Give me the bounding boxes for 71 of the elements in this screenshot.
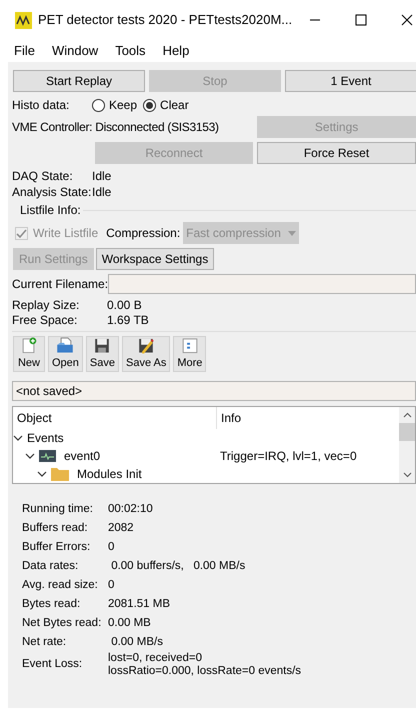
stat-label: Data rates: (22, 558, 80, 574)
stat-label: Buffer Errors: (22, 540, 92, 555)
folder-icon (51, 467, 69, 481)
field-label: DAQ State: (12, 168, 74, 185)
stat-value: 2082 (108, 522, 134, 535)
tree-item-info: Trigger=IRQ, lvl=1, vec=0 (219, 448, 357, 465)
tree-item[interactable]: Modules Init (77, 465, 142, 483)
field-label: Compression: (106, 225, 180, 242)
stat-label: Buffers read: (22, 520, 89, 536)
stat-value: 0.00 MB (108, 617, 151, 630)
group-title: Listfile Info: (19, 202, 82, 219)
stat-label: Event Loss: (22, 657, 84, 672)
field-label: Current Filename: (12, 276, 108, 293)
field-value: Idle (92, 168, 112, 185)
stat-label: Net Bytes read: (22, 616, 102, 631)
push-button[interactable]: Workspace Settings (96, 248, 214, 270)
new-document-icon (20, 337, 38, 354)
field-label: Analysis State: (12, 184, 92, 201)
field-label: Histo data: (12, 97, 70, 114)
toolbar-button[interactable]: Save As (122, 336, 170, 372)
menu-item[interactable]: File (14, 41, 35, 61)
stat-label: Avg. read size: (22, 578, 99, 593)
stat-value: 0.00 MB/s (110, 636, 163, 649)
push-button[interactable]: 1 Event (285, 70, 416, 92)
field-label: Replay Size: (12, 296, 80, 314)
column-header[interactable]: Object (13, 407, 217, 429)
window-title: PET detector tests 2020 - PETtests2020M... (38, 11, 292, 30)
stat-label: Net rate: (22, 634, 68, 650)
stat-value: 00:02:10 (108, 503, 153, 516)
radio-button[interactable] (143, 98, 156, 112)
field-label: Free Space: (12, 312, 78, 328)
filename-field[interactable] (108, 274, 416, 294)
radio-label: Clear (160, 97, 189, 114)
stat-value: 0 (108, 541, 114, 554)
dropdown-arrow-icon (288, 230, 296, 236)
tree-item[interactable]: Events (27, 429, 64, 447)
menu-item[interactable]: Window (52, 41, 98, 61)
stat-value: 2081.51 MB (108, 598, 170, 611)
chevron-icon[interactable] (13, 433, 23, 443)
stat-value: 0.00 buffers/s, 0.00 MB/s (110, 560, 246, 573)
app-logo-icon (15, 12, 32, 28)
column-header[interactable]: Info (217, 407, 399, 429)
stat-label: Bytes read: (22, 596, 82, 612)
field-value: Idle (92, 184, 112, 201)
toolbar-button[interactable]: Open (48, 336, 83, 372)
push-button[interactable]: Force Reset (257, 142, 416, 164)
monitor-icon (39, 450, 56, 462)
controller-status: VME Controller: Disconnected (SIS3153) (12, 119, 220, 136)
menu-item[interactable]: Tools (115, 41, 146, 61)
stat-value: 0 (108, 579, 114, 592)
tree-item[interactable]: event0 (64, 447, 100, 465)
checkbox-label: Write Listfile (33, 225, 98, 242)
list-window-icon (180, 337, 199, 354)
workspace-path-field: <not saved> (12, 381, 416, 401)
toolbar-button[interactable]: Save (86, 336, 119, 372)
stat-value: lost=0, received=0 (108, 652, 203, 665)
folder-icon (56, 337, 74, 354)
scroll-bar[interactable] (399, 407, 415, 483)
chevron-icon[interactable] (25, 451, 35, 461)
field-value: 1.69 TB (107, 312, 149, 328)
field-value: 0.00 B (107, 296, 142, 314)
stat-label: Running time: (22, 502, 94, 517)
chevron-icon[interactable] (37, 469, 47, 479)
radio-button[interactable] (92, 98, 105, 112)
push-button[interactable]: Start Replay (13, 70, 145, 92)
toolbar-button[interactable]: More (173, 336, 206, 372)
floppy-pencil-icon (137, 337, 156, 354)
radio-label: Keep (109, 97, 138, 114)
stat-value: lossRatio=0.000, lossRate=0 events/s (108, 665, 302, 678)
menu-item[interactable]: Help (162, 41, 190, 61)
toolbar-button[interactable]: New (13, 336, 45, 372)
